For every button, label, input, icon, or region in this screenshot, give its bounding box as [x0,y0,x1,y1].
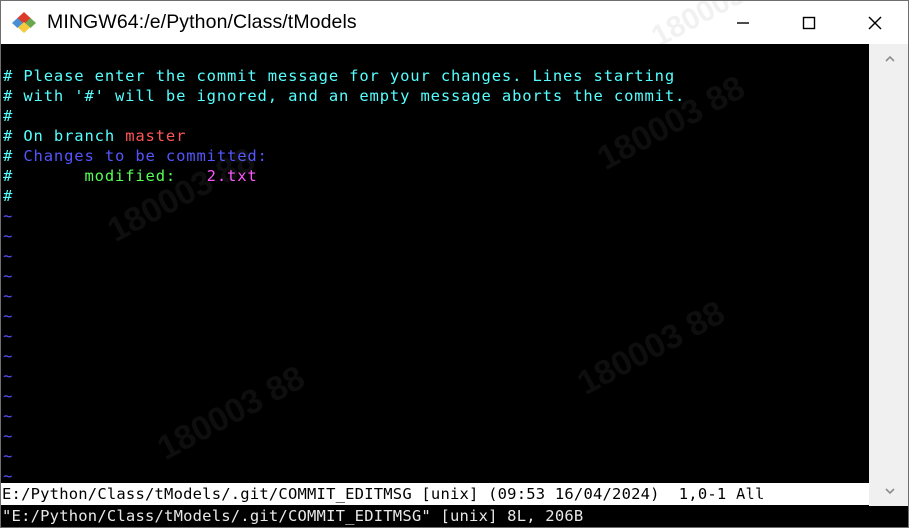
vertical-scrollbar[interactable] [869,44,908,506]
terminal-line: # [3,106,869,126]
terminal-line: # Please enter the commit message for yo… [3,66,869,86]
tilde-marker: ~ [3,247,13,265]
vim-buffer: # Please enter the commit message for yo… [1,44,869,506]
terminal-text-span: # with '#' will be ignored, and an empty… [3,87,686,105]
window-title: MINGW64:/e/Python/Class/tModels [47,11,357,33]
terminal-text-span: modified: [84,167,177,185]
terminal-screen[interactable]: # Please enter the commit message for yo… [1,44,869,527]
terminal-line: # Changes to be committed: [3,146,869,166]
terminal-text-span: # [3,147,24,165]
vim-status-line: E:/Python/Class/tModels/.git/COMMIT_EDIT… [1,483,869,505]
tilde-marker: ~ [3,387,13,405]
commit-message-lines: # Please enter the commit message for yo… [3,66,869,206]
vim-empty-line-markers: ~~~~~~~~~~~~~~~ [3,206,869,506]
terminal-line: # [3,186,869,206]
terminal-line: # modified: 2.txt [3,166,869,186]
close-icon [868,16,882,29]
vim-message-line: "E:/Python/Class/tModels/.git/COMMIT_EDI… [1,505,908,527]
tilde-marker: ~ [3,267,13,285]
tilde-marker: ~ [3,367,13,385]
terminal-text-span: 2.txt [206,167,258,185]
terminal-text-span: Changes to be committed: [23,147,268,165]
terminal-text-span: # [3,187,14,205]
mingw64-terminal-window: MINGW64:/e/Python/Class/tModels # Please… [0,0,909,528]
window-controls [710,1,908,44]
scroll-up-arrow-icon[interactable] [870,44,908,74]
minimize-button[interactable] [710,1,776,44]
tilde-marker: ~ [3,407,13,425]
terminal-line: # On branch master [3,126,869,146]
tilde-marker: ~ [3,207,13,225]
minimize-icon [737,21,749,24]
mingw-diamond-icon [11,10,37,36]
tilde-marker: ~ [3,227,13,245]
terminal-text-span: # On branch [3,127,126,145]
terminal-text-span: # Please enter the commit message for yo… [3,67,675,85]
maximize-button[interactable] [776,1,842,44]
scroll-down-arrow-icon[interactable] [870,476,908,506]
terminal-text-span: # [3,107,14,125]
title-bar[interactable]: MINGW64:/e/Python/Class/tModels [1,1,908,44]
tilde-marker: ~ [3,307,13,325]
terminal-text-span [176,167,207,185]
tilde-marker: ~ [3,327,13,345]
tilde-marker: ~ [3,447,13,465]
terminal-line: # with '#' will be ignored, and an empty… [3,86,869,106]
tilde-marker: ~ [3,347,13,365]
close-button[interactable] [842,1,908,44]
scrollbar-track[interactable] [870,74,908,476]
maximize-icon [802,16,816,29]
tilde-marker: ~ [3,287,13,305]
terminal-text-span: master [125,127,187,145]
tilde-marker: ~ [3,427,13,445]
terminal-text-span: # [3,167,85,185]
